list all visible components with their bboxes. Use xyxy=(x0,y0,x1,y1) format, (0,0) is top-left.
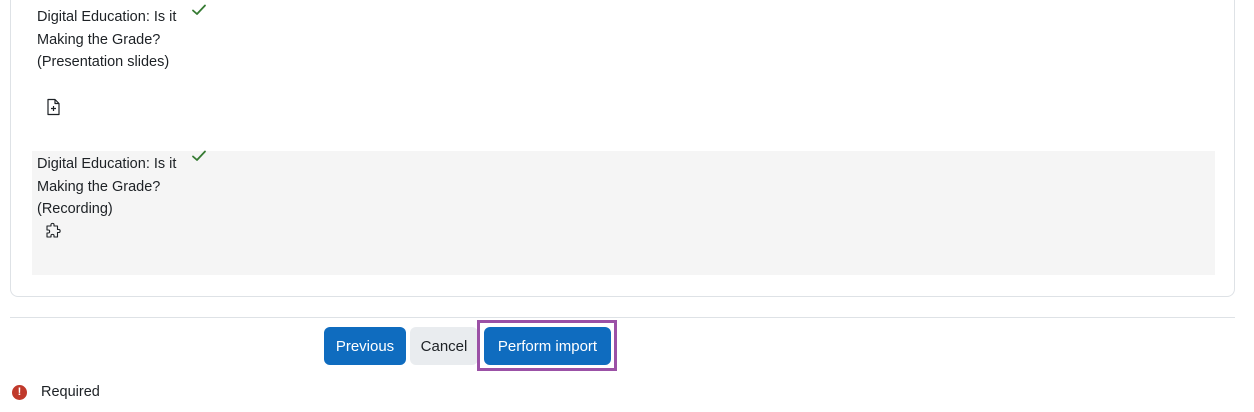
list-item: Digital Education: Is it Making the Grad… xyxy=(32,2,1215,137)
perform-import-button[interactable]: Perform import xyxy=(484,327,611,365)
check-icon xyxy=(191,3,207,17)
previous-button[interactable]: Previous xyxy=(324,327,406,365)
required-label: Required xyxy=(41,384,100,400)
item-name: Digital Education: Is it Making the Grad… xyxy=(37,156,177,217)
cancel-button[interactable]: Cancel xyxy=(410,327,478,365)
required-legend: ! Required xyxy=(12,384,100,400)
check-icon xyxy=(191,149,207,163)
file-plus-icon xyxy=(44,98,62,116)
item-name: Digital Education: Is it Making the Grad… xyxy=(37,9,177,70)
puzzle-icon xyxy=(44,222,62,240)
list-item: Digital Education: Is it Making the Grad… xyxy=(32,149,1215,275)
import-items-card: Digital Education: Is it Making the Grad… xyxy=(10,0,1235,297)
exclamation-icon: ! xyxy=(12,384,27,400)
divider xyxy=(10,317,1235,318)
